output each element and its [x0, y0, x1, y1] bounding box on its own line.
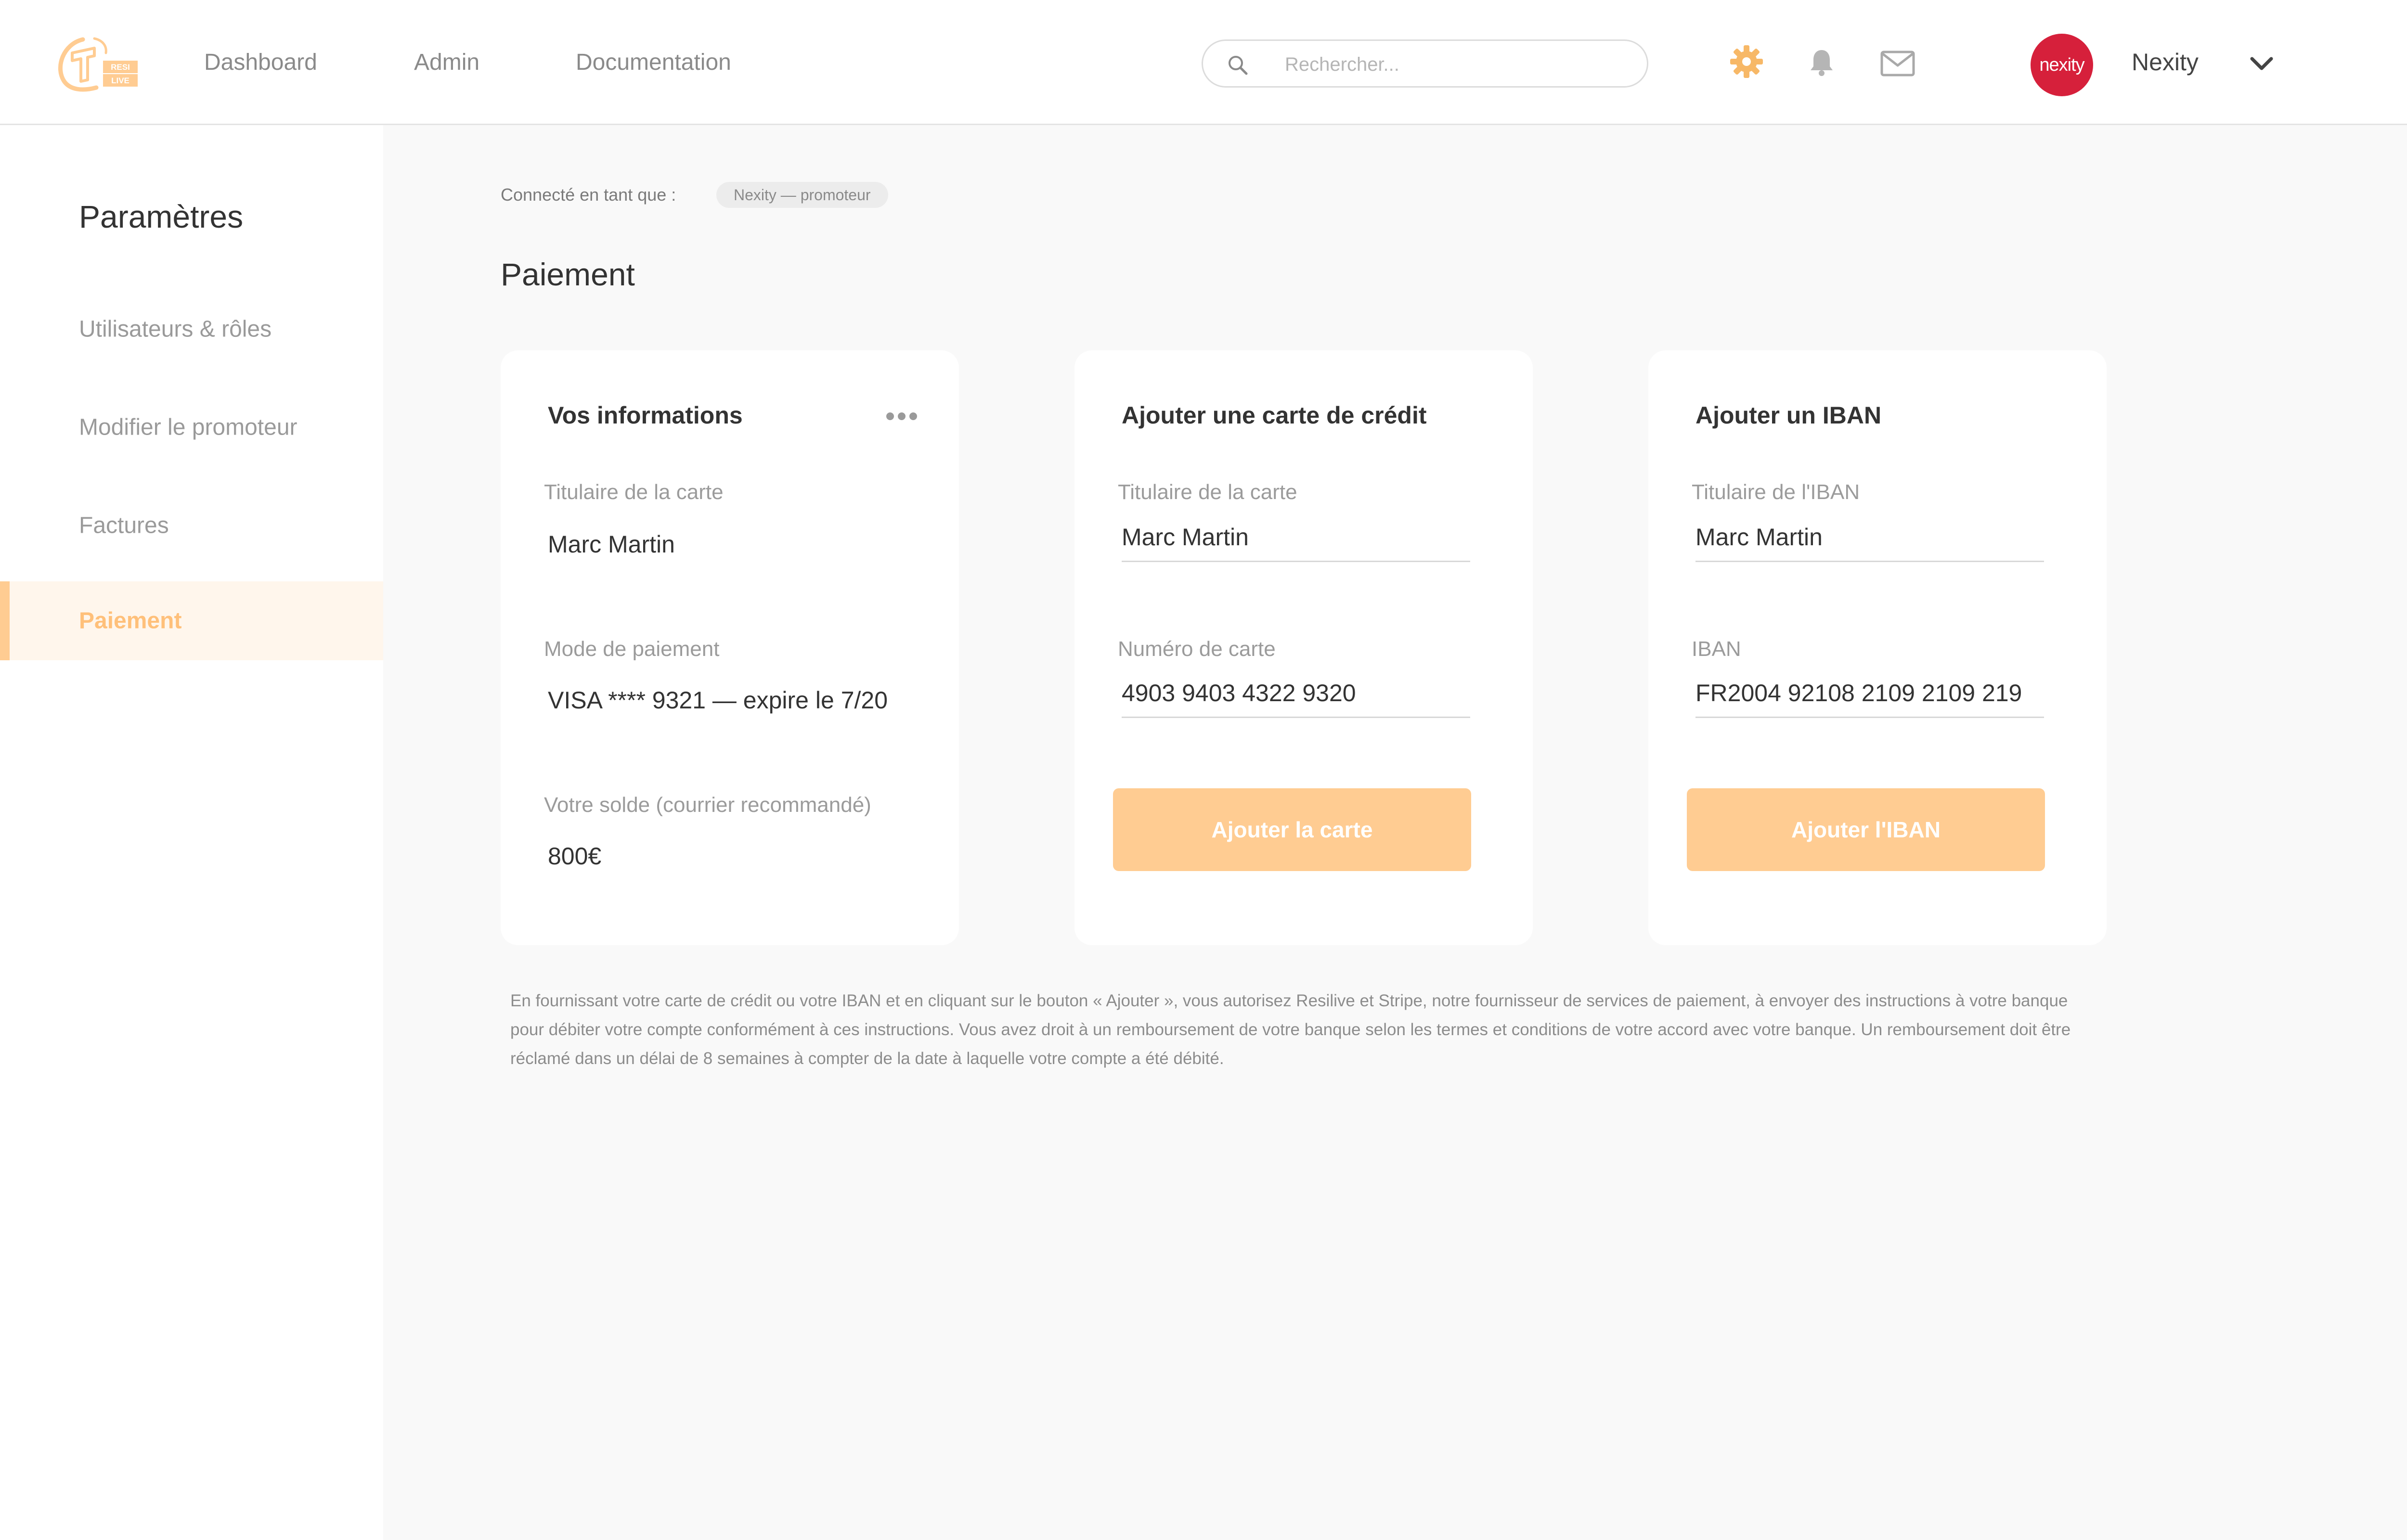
- search-icon: [1229, 56, 1248, 75]
- connected-as-label: Connecté en tant que :: [501, 185, 676, 205]
- balance-label: Votre solde (courrier recommandé): [544, 793, 871, 817]
- card-number-label: Numéro de carte: [1118, 637, 1276, 661]
- page-title: Paiement: [501, 257, 635, 292]
- info-card: Vos informations Titulaire de la carte M…: [501, 350, 959, 945]
- payment-method-value: VISA **** 9321 — expire le 7/20: [548, 687, 888, 714]
- logo-text-live: LIVE: [111, 76, 129, 85]
- search-input[interactable]: [1284, 51, 1623, 78]
- sidebar-item-label: Factures: [79, 513, 169, 539]
- role-badge: Nexity — promoteur: [716, 182, 888, 208]
- mail-icon[interactable]: [1879, 48, 1916, 81]
- card-holder-label: Titulaire de la carte: [1118, 480, 1297, 504]
- sidebar-item-label: Utilisateurs & rôles: [79, 316, 272, 342]
- iban-input[interactable]: [1695, 675, 2044, 718]
- top-bar: RESI LIVE Dashboard Admin Documentation: [0, 0, 2407, 125]
- nav-documentation[interactable]: Documentation: [576, 49, 731, 76]
- card-title: Ajouter un IBAN: [1695, 402, 1882, 429]
- card-title: Ajouter une carte de crédit: [1122, 402, 1427, 429]
- user-name[interactable]: Nexity: [2132, 48, 2199, 76]
- iban-holder-label: Titulaire de l'IBAN: [1692, 480, 1860, 504]
- card-number-input[interactable]: [1122, 675, 1470, 718]
- chevron-down-icon[interactable]: [2249, 55, 2274, 75]
- add-card-button[interactable]: Ajouter la carte: [1113, 788, 1471, 871]
- nav-admin[interactable]: Admin: [414, 49, 479, 76]
- iban-holder-input[interactable]: [1695, 519, 2044, 562]
- avatar[interactable]: nexity: [2031, 34, 2093, 96]
- nav-dashboard[interactable]: Dashboard: [204, 49, 317, 76]
- more-options-icon[interactable]: [885, 411, 919, 424]
- settings-sidebar: Paramètres Utilisateurs & rôles Modifier…: [0, 125, 383, 1540]
- bell-icon[interactable]: [1806, 47, 1837, 80]
- logo-text-resi: RESI: [111, 63, 130, 72]
- card-holder-input[interactable]: [1122, 519, 1470, 562]
- sidebar-item-invoices[interactable]: Factures: [0, 486, 383, 565]
- add-iban-form: Ajouter un IBAN Titulaire de l'IBAN IBAN…: [1648, 350, 2107, 945]
- legal-notice: En fournissant votre carte de crédit ou …: [510, 991, 2071, 1068]
- sidebar-item-payment[interactable]: Paiement: [0, 581, 383, 660]
- sidebar-item-label: Modifier le promoteur: [79, 414, 298, 440]
- sidebar-item-edit-promoter[interactable]: Modifier le promoteur: [0, 388, 383, 467]
- add-credit-card-form: Ajouter une carte de crédit Titulaire de…: [1074, 350, 1533, 945]
- balance-value: 800€: [548, 843, 602, 870]
- sidebar-title: Paramètres: [79, 199, 244, 234]
- resilive-logo-icon[interactable]: RESI LIVE: [53, 34, 140, 96]
- sidebar-item-users-roles[interactable]: Utilisateurs & rôles: [0, 290, 383, 369]
- search-bar[interactable]: [1202, 39, 1648, 88]
- card-holder-label: Titulaire de la carte: [544, 480, 724, 504]
- gear-icon[interactable]: [1728, 43, 1765, 82]
- sidebar-item-label: Paiement: [79, 608, 182, 634]
- payment-method-label: Mode de paiement: [544, 637, 720, 661]
- card-title: Vos informations: [548, 402, 743, 429]
- add-iban-button[interactable]: Ajouter l'IBAN: [1687, 788, 2045, 871]
- iban-label: IBAN: [1692, 637, 1741, 661]
- card-holder-value: Marc Martin: [548, 531, 675, 558]
